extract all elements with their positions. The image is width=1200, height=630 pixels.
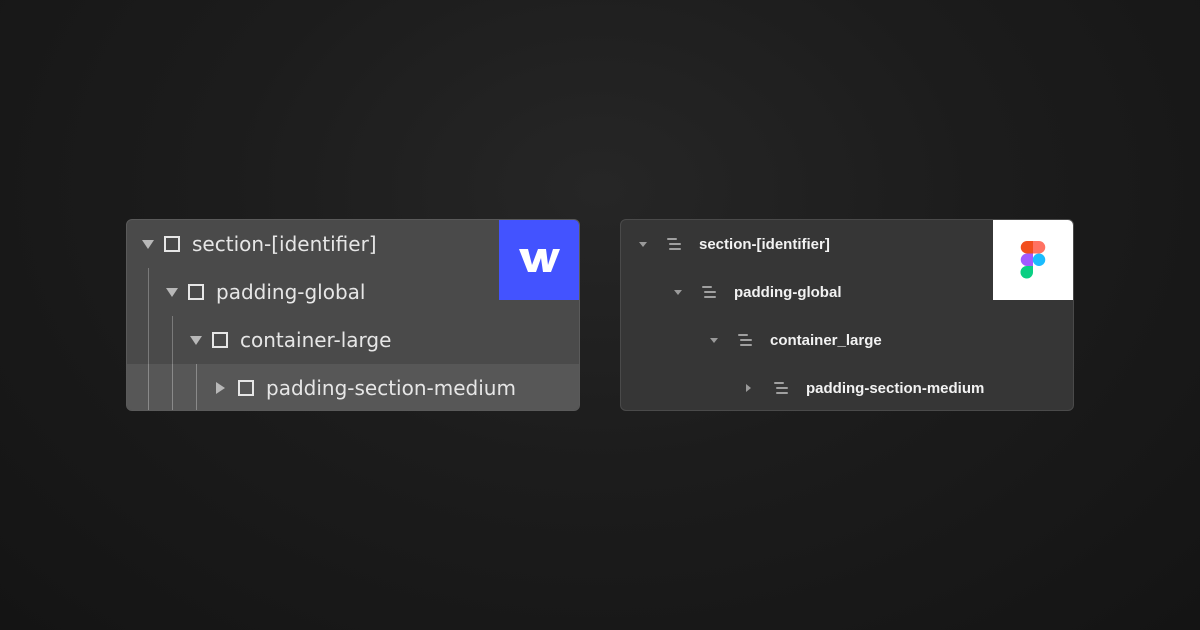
- caret-down-icon[interactable]: [674, 289, 682, 295]
- figma-logo-icon: [1020, 241, 1046, 279]
- navigator-item-label: padding-section-medium: [266, 376, 516, 400]
- navigator-item-container-large[interactable]: container-large: [127, 316, 579, 364]
- element-box-icon: [238, 380, 254, 396]
- figma-layers-panel: section-[identifier] padding-global cont…: [620, 219, 1074, 411]
- layer-item-label: padding-global: [734, 283, 842, 301]
- navigator-item-label: padding-global: [216, 280, 366, 304]
- navigator-item-label: section-[identifier]: [192, 232, 377, 256]
- layer-item-label: section-[identifier]: [699, 235, 830, 253]
- layer-item-label: padding-section-medium: [806, 379, 985, 397]
- auto-layout-icon: [702, 285, 716, 299]
- element-box-icon: [188, 284, 204, 300]
- auto-layout-icon: [738, 333, 752, 347]
- layer-item-container-large[interactable]: container_large: [621, 316, 1073, 364]
- navigator-item-padding-section-medium[interactable]: padding-section-medium: [127, 364, 579, 410]
- tree-guide-line: [148, 364, 149, 410]
- auto-layout-icon: [774, 381, 788, 395]
- caret-right-icon[interactable]: [216, 382, 225, 394]
- webflow-logo-icon: [519, 249, 560, 272]
- auto-layout-icon: [667, 237, 681, 251]
- caret-down-icon[interactable]: [166, 287, 178, 297]
- caret-right-icon[interactable]: [746, 384, 751, 392]
- caret-down-icon[interactable]: [639, 241, 647, 247]
- caret-down-icon[interactable]: [190, 335, 202, 345]
- navigator-item-label: container-large: [240, 328, 392, 352]
- webflow-logo: [499, 220, 579, 300]
- element-box-icon: [164, 236, 180, 252]
- tree-guide-line: [172, 364, 173, 410]
- figma-logo: [993, 220, 1073, 300]
- layer-item-label: container_large: [770, 331, 882, 349]
- caret-down-icon[interactable]: [710, 337, 718, 343]
- layer-item-padding-section-medium[interactable]: padding-section-medium: [621, 364, 1073, 410]
- element-box-icon: [212, 332, 228, 348]
- caret-down-icon[interactable]: [142, 239, 154, 249]
- webflow-navigator-panel: section-[identifier] padding-global cont…: [126, 219, 580, 411]
- tree-guide-line: [196, 364, 197, 410]
